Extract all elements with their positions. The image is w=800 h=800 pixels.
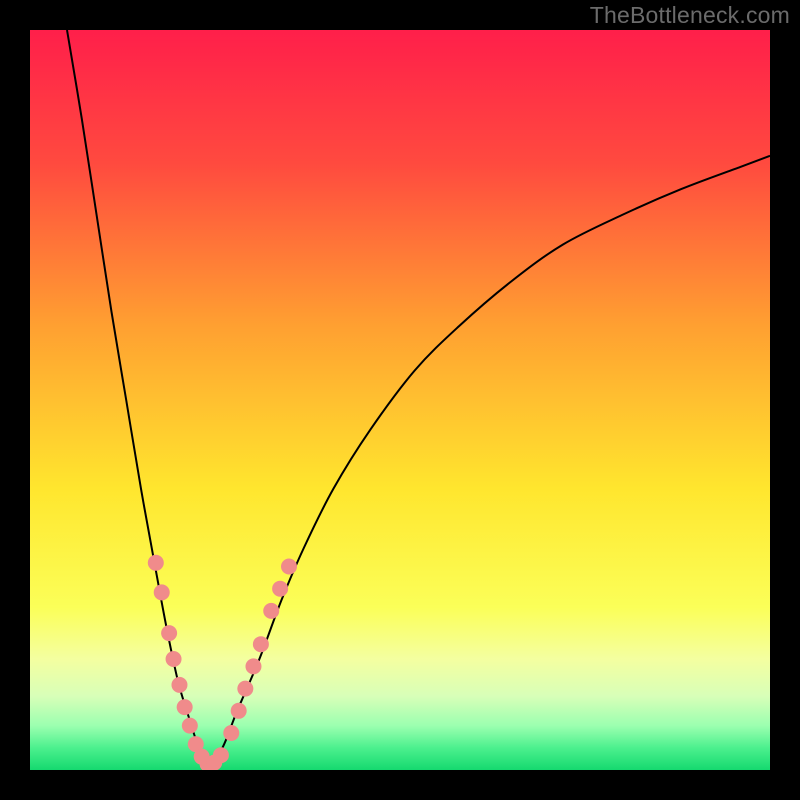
data-marker [237, 681, 253, 697]
data-marker [263, 603, 279, 619]
data-marker [213, 747, 229, 763]
data-marker [182, 718, 198, 734]
data-markers [148, 555, 297, 770]
data-marker [161, 625, 177, 641]
chart-container: TheBottleneck.com [0, 0, 800, 800]
marker-layer [30, 30, 770, 770]
data-marker [148, 555, 164, 571]
data-marker [166, 651, 182, 667]
watermark-text: TheBottleneck.com [590, 2, 790, 29]
data-marker [154, 584, 170, 600]
plot-area [30, 30, 770, 770]
data-marker [272, 581, 288, 597]
data-marker [281, 559, 297, 575]
data-marker [171, 677, 187, 693]
data-marker [253, 636, 269, 652]
data-marker [245, 658, 261, 674]
data-marker [231, 703, 247, 719]
data-marker [177, 699, 193, 715]
data-marker [223, 725, 239, 741]
